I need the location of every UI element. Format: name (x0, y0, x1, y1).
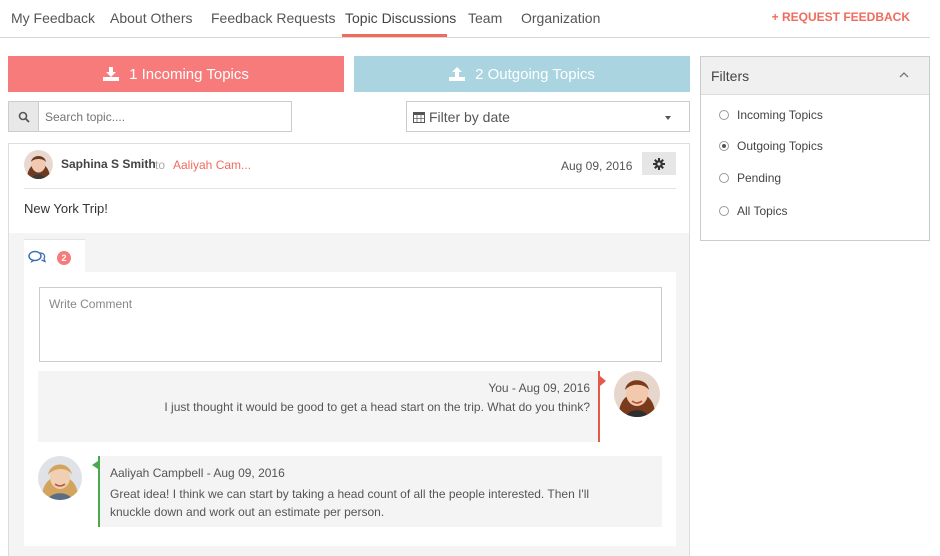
comment-text: Great idea! I think we can start by taki… (110, 487, 590, 519)
filter-label: Incoming Topics (737, 108, 823, 122)
request-feedback-button[interactable]: + REQUEST FEEDBACK (772, 10, 910, 24)
radio-button-selected[interactable] (719, 141, 729, 151)
filter-label: Outgoing Topics (737, 139, 823, 153)
comments-icon (28, 250, 46, 263)
sender-avatar (24, 150, 53, 179)
comment-count-badge: 2 (57, 251, 71, 265)
nav-my-feedback[interactable]: My Feedback (11, 10, 95, 26)
outgoing-topics-label: 2 Outgoing Topics (475, 65, 595, 83)
topic-card: Saphina S Smith to Aaliyah Cam... Aug 09… (8, 143, 690, 556)
filters-panel: Filters Incoming Topics Outgoing Topics … (700, 56, 930, 241)
upload-icon (449, 67, 466, 81)
chevron-up-icon[interactable] (899, 71, 909, 79)
filter-label: Pending (737, 171, 782, 185)
comment-text: I just thought it would be good to get a… (164, 400, 590, 414)
search-box (8, 101, 292, 132)
calendar-icon (413, 111, 425, 123)
radio-button[interactable] (719, 110, 729, 120)
aaliyah-avatar (38, 456, 82, 500)
filters-title: Filters (711, 68, 750, 84)
radio-button[interactable] (719, 173, 729, 183)
filters-header[interactable]: Filters (701, 57, 929, 95)
comments-tab[interactable]: 2 (24, 239, 85, 272)
comment-pointer (92, 461, 98, 469)
date-filter-select[interactable]: Filter by date (406, 101, 690, 132)
search-input[interactable] (39, 102, 291, 131)
topic-settings-button[interactable] (642, 152, 676, 175)
topic-header: Saphina S Smith to Aaliyah Cam... Aug 09… (9, 144, 689, 233)
nav-about-others[interactable]: About Others (110, 10, 193, 26)
caret-down-icon (665, 116, 671, 120)
top-nav: My Feedback About Others Feedback Reques… (0, 0, 930, 38)
incoming-topics-label: 1 Incoming Topics (129, 65, 249, 83)
incoming-topics-button[interactable]: 1 Incoming Topics (8, 56, 344, 92)
filter-pending[interactable]: Pending (719, 171, 781, 185)
nav-topic-discussions[interactable]: Topic Discussions (345, 10, 456, 26)
topic-sender: Saphina S Smith (61, 157, 156, 171)
nav-active-indicator (342, 34, 447, 37)
radio-button[interactable] (719, 206, 729, 216)
filter-all-topics[interactable]: All Topics (719, 204, 787, 218)
nav-feedback-requests[interactable]: Feedback Requests (211, 10, 336, 26)
comment-pointer (600, 376, 606, 386)
comment-aaliyah: Aaliyah Campbell - Aug 09, 2016 Great id… (92, 456, 662, 527)
comment-you: You - Aug 09, 2016 I just thought it wou… (38, 371, 606, 442)
comment-meta: Aaliyah Campbell - Aug 09, 2016 (110, 466, 285, 480)
topic-date: Aug 09, 2016 (561, 159, 633, 173)
comment-meta: You - Aug 09, 2016 (488, 381, 590, 395)
search-icon[interactable] (9, 102, 39, 131)
gear-icon (653, 157, 665, 170)
topic-divider (24, 188, 676, 189)
write-comment-input[interactable] (39, 287, 662, 362)
nav-organization[interactable]: Organization (521, 10, 600, 26)
topic-recipient[interactable]: Aaliyah Cam... (173, 158, 251, 172)
topic-to-label: to (155, 158, 166, 172)
outgoing-topics-button[interactable]: 2 Outgoing Topics (354, 56, 690, 92)
download-icon (103, 67, 120, 81)
topic-title: New York Trip! (24, 201, 108, 216)
comments-panel: You - Aug 09, 2016 I just thought it wou… (24, 272, 676, 546)
you-avatar (614, 371, 660, 417)
filter-incoming-topics[interactable]: Incoming Topics (719, 108, 823, 122)
date-filter-value: Filter by date (429, 108, 510, 125)
filter-outgoing-topics[interactable]: Outgoing Topics (719, 139, 823, 153)
nav-team[interactable]: Team (468, 10, 502, 26)
filter-label: All Topics (737, 204, 788, 218)
